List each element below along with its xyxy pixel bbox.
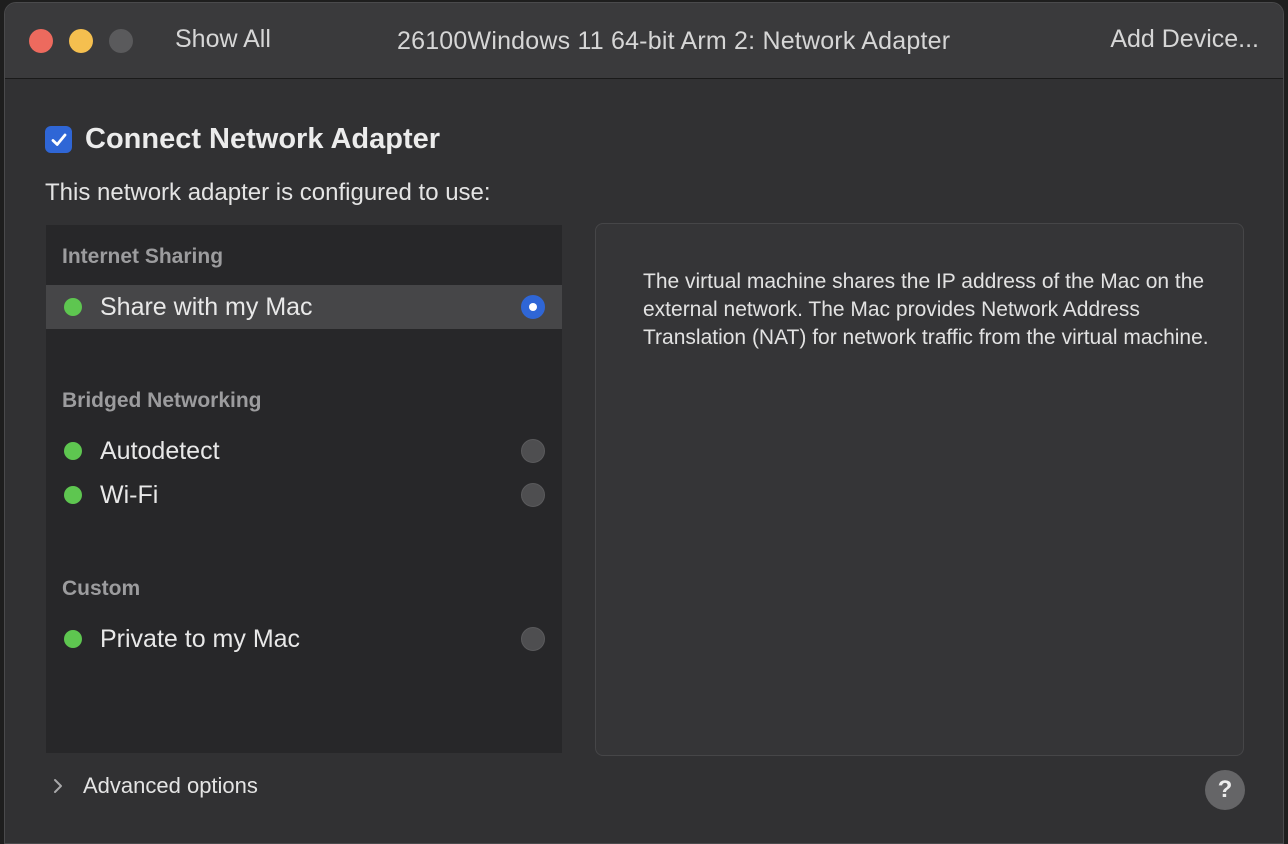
status-dot-icon: [64, 630, 82, 648]
zoom-window-button[interactable]: [109, 29, 133, 53]
network-description-panel: The virtual machine shares the IP addres…: [595, 223, 1244, 756]
show-all-button[interactable]: Show All: [175, 25, 271, 54]
chevron-right-icon: [54, 779, 62, 793]
close-window-button[interactable]: [29, 29, 53, 53]
status-dot-icon: [64, 486, 82, 504]
radio-button-share-with-my-mac[interactable]: [521, 295, 545, 319]
network-item-private-to-my-mac[interactable]: Private to my Mac: [46, 617, 562, 661]
section-header-internet-sharing: Internet Sharing: [62, 245, 224, 268]
network-source-list: Internet Sharing Share with my Mac Bridg…: [46, 225, 562, 753]
settings-window: Show All 26100Windows 11 64-bit Arm 2: N…: [4, 2, 1284, 844]
radio-button-private-to-my-mac[interactable]: [521, 627, 545, 651]
section-header-bridged-networking: Bridged Networking: [62, 389, 262, 412]
title-bar: Show All 26100Windows 11 64-bit Arm 2: N…: [5, 3, 1283, 79]
minimize-window-button[interactable]: [69, 29, 93, 53]
connect-network-adapter-label: Connect Network Adapter: [85, 123, 441, 155]
help-button[interactable]: ?: [1205, 770, 1245, 810]
radio-button-autodetect[interactable]: [521, 439, 545, 463]
network-item-wifi[interactable]: Wi-Fi: [46, 473, 562, 517]
network-item-label: Wi-Fi: [100, 480, 159, 509]
connect-network-adapter-checkbox[interactable]: [45, 126, 72, 153]
add-device-button[interactable]: Add Device...: [1110, 25, 1259, 54]
advanced-options-label: Advanced options: [83, 773, 258, 798]
network-item-autodetect[interactable]: Autodetect: [46, 429, 562, 473]
status-dot-icon: [64, 298, 82, 316]
status-dot-icon: [64, 442, 82, 460]
question-mark-icon: ?: [1217, 776, 1233, 803]
network-item-label: Private to my Mac: [100, 624, 301, 653]
network-item-label: Autodetect: [100, 436, 220, 465]
network-item-label: Share with my Mac: [100, 292, 313, 321]
network-description-text: The virtual machine shares the IP addres…: [643, 270, 1209, 349]
window-title: 26100Windows 11 64-bit Arm 2: Network Ad…: [397, 27, 951, 55]
configured-description: This network adapter is configured to us…: [45, 179, 491, 206]
connect-network-adapter-row: Connect Network Adapter: [45, 123, 440, 156]
radio-button-wifi[interactable]: [521, 483, 545, 507]
section-header-custom: Custom: [62, 577, 141, 600]
checkmark-icon: [51, 133, 66, 146]
network-item-share-with-my-mac[interactable]: Share with my Mac: [46, 285, 562, 329]
advanced-options-disclosure[interactable]: Advanced options: [51, 773, 258, 799]
